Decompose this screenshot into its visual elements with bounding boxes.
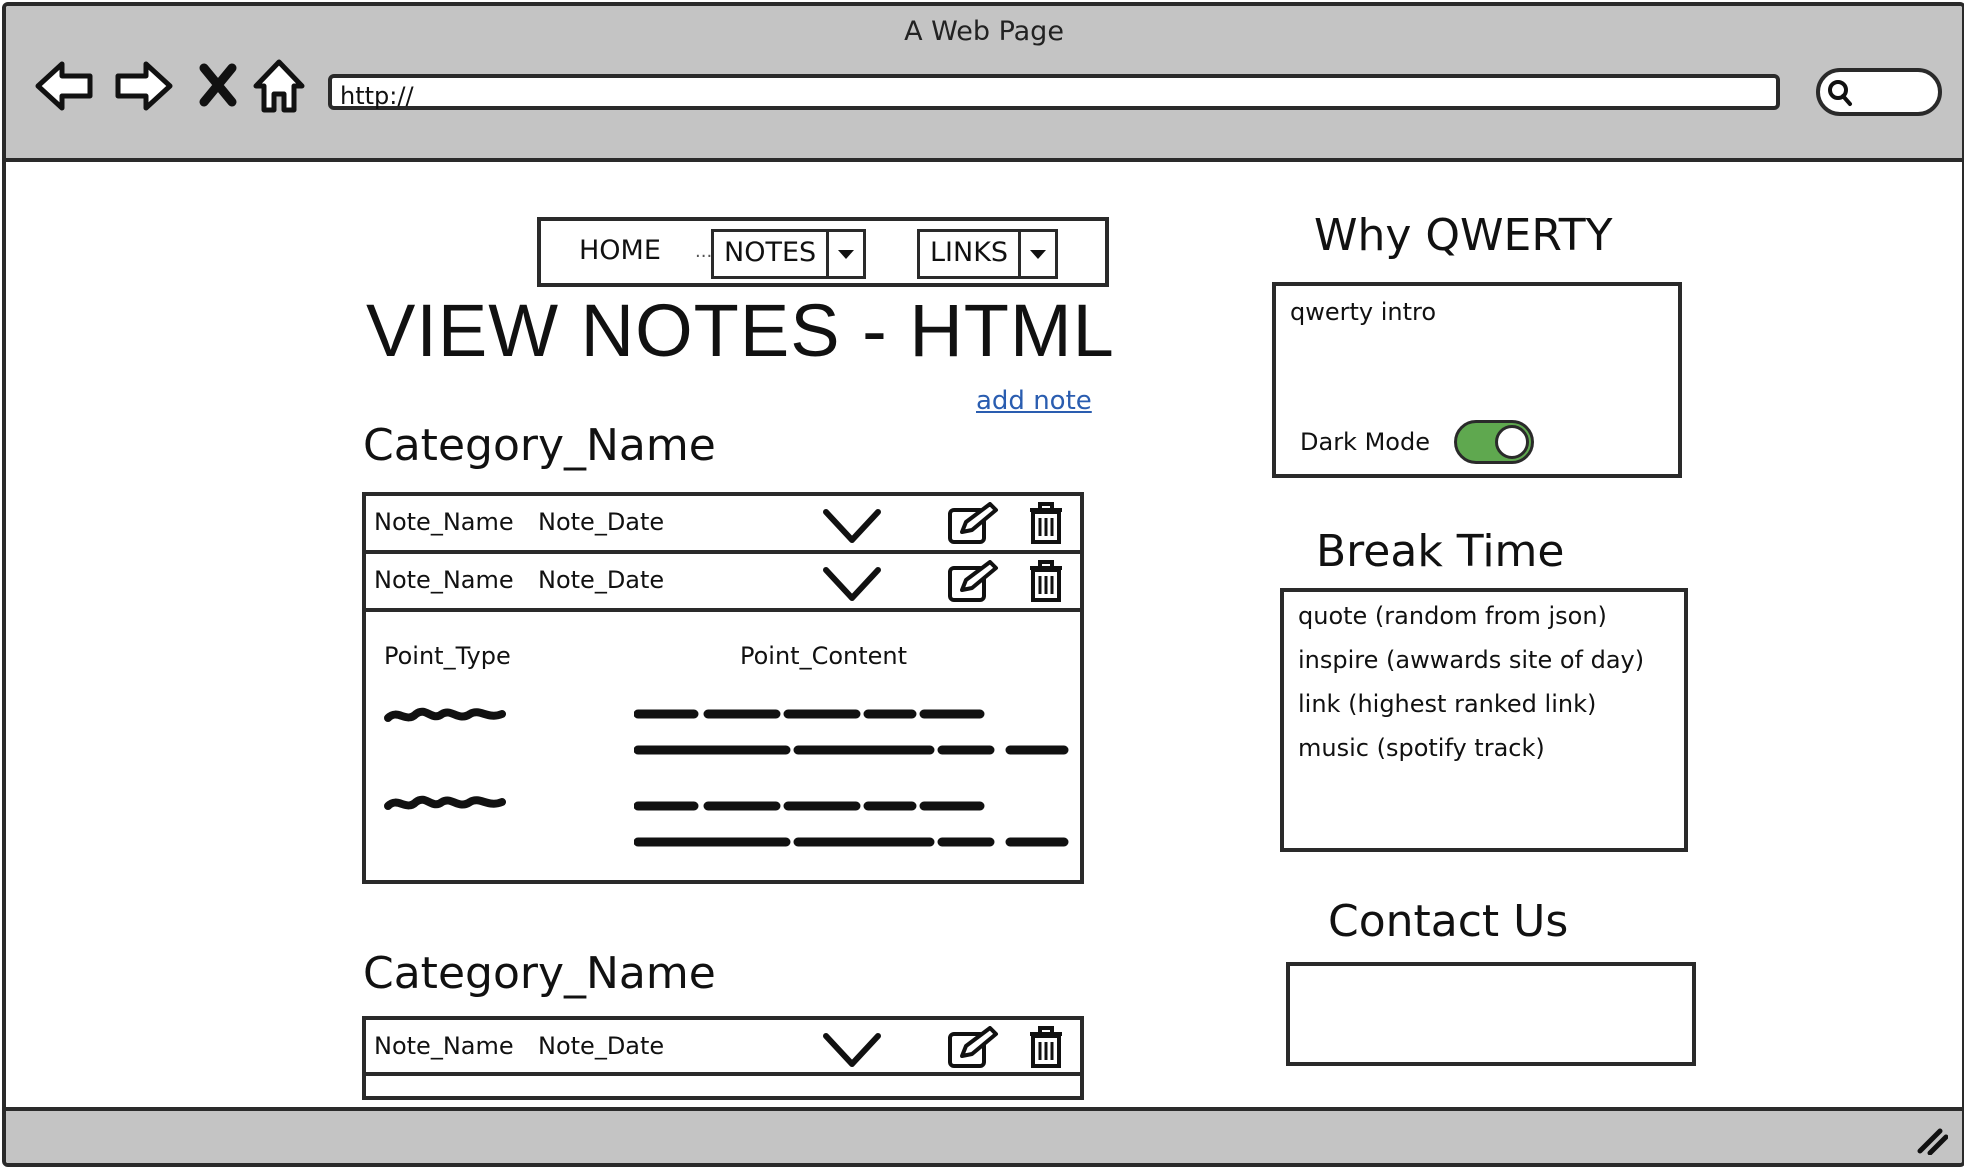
browser-statusbar — [6, 1107, 1962, 1163]
note-date: Note_Date — [538, 566, 665, 594]
placeholder-scribble — [384, 795, 506, 810]
address-bar[interactable]: http:// — [328, 74, 1780, 110]
contact-us-box[interactable] — [1286, 962, 1696, 1066]
dark-mode-toggle[interactable] — [1454, 420, 1534, 464]
menu-notes-label: NOTES — [724, 237, 817, 268]
back-arrow-icon[interactable] — [34, 58, 96, 114]
add-note-link[interactable]: add note — [976, 386, 1092, 416]
point-content-header: Point_Content — [740, 642, 908, 670]
menu-home[interactable]: HOME — [579, 235, 661, 266]
placeholder-scribble — [634, 801, 1069, 847]
menu-separator: ... — [695, 241, 713, 262]
trash-icon[interactable] — [1026, 500, 1066, 546]
edit-icon[interactable] — [946, 502, 1000, 546]
placeholder-scribble — [634, 709, 1069, 755]
note-name: Note_Name — [374, 508, 514, 536]
note-date: Note_Date — [538, 508, 665, 536]
break-item-inspire[interactable]: inspire (awwards site of day) — [1298, 646, 1644, 674]
note-row[interactable]: Note_Name Note_Date — [366, 1020, 1080, 1076]
placeholder-scribble — [384, 707, 506, 722]
expand-chevron-icon[interactable] — [822, 564, 882, 604]
chevron-down-icon[interactable] — [1018, 232, 1055, 276]
chevron-down-icon[interactable] — [826, 232, 863, 276]
note-row[interactable]: Note_Name Note_Date — [366, 554, 1080, 612]
note-date: Note_Date — [538, 1032, 665, 1060]
notes-list: Note_Name Note_Date Note_Name Note_Date — [362, 492, 1084, 884]
menu-links-dropdown[interactable]: LINKS — [917, 229, 1059, 279]
category-title: Category_Name — [363, 948, 716, 999]
edit-icon[interactable] — [946, 560, 1000, 604]
menu-notes-dropdown[interactable]: NOTES — [711, 229, 867, 279]
notes-list: Note_Name Note_Date — [362, 1016, 1084, 1100]
window-title: A Web Page — [904, 16, 1064, 47]
break-time-title: Break Time — [1316, 526, 1565, 577]
search-field[interactable] — [1816, 68, 1942, 116]
break-item-music[interactable]: music (spotify track) — [1298, 734, 1545, 762]
break-item-link[interactable]: link (highest ranked link) — [1298, 690, 1596, 718]
point-type-header: Point_Type — [384, 642, 511, 670]
note-detail-panel: Point_Type Point_Content — [366, 612, 1080, 878]
category-title: Category_Name — [363, 420, 716, 471]
why-qwerty-title: Why QWERTY — [1314, 210, 1613, 261]
home-icon[interactable] — [252, 58, 306, 114]
qwerty-intro-text: qwerty intro — [1290, 298, 1437, 326]
contact-us-title: Contact Us — [1328, 896, 1569, 947]
note-name: Note_Name — [374, 1032, 514, 1060]
search-icon — [1828, 80, 1852, 106]
menu-links-label: LINKS — [930, 237, 1009, 268]
nav-menu: HOME ... NOTES LINKS — [537, 217, 1109, 287]
why-qwerty-box: qwerty intro Dark Mode — [1272, 282, 1682, 478]
expand-chevron-icon[interactable] — [822, 506, 882, 546]
break-time-box: quote (random from json) inspire (awward… — [1280, 588, 1688, 852]
forward-arrow-icon[interactable] — [112, 58, 174, 114]
expand-chevron-icon[interactable] — [822, 1030, 882, 1070]
note-row[interactable]: Note_Name Note_Date — [366, 496, 1080, 554]
break-item-quote[interactable]: quote (random from json) — [1298, 602, 1607, 630]
page-title: VIEW NOTES - HTML — [366, 289, 1115, 372]
toggle-knob — [1495, 425, 1529, 459]
edit-icon[interactable] — [946, 1026, 1000, 1070]
resize-grip-icon[interactable] — [1914, 1125, 1948, 1155]
trash-icon[interactable] — [1026, 558, 1066, 604]
trash-icon[interactable] — [1026, 1024, 1066, 1070]
dark-mode-label: Dark Mode — [1300, 428, 1430, 456]
close-icon[interactable] — [198, 62, 238, 108]
browser-window: A Web Page http:// HOME ... NOTES LINKS … — [2, 2, 1964, 1167]
browser-toolbar: A Web Page http:// — [6, 6, 1962, 162]
note-name: Note_Name — [374, 566, 514, 594]
